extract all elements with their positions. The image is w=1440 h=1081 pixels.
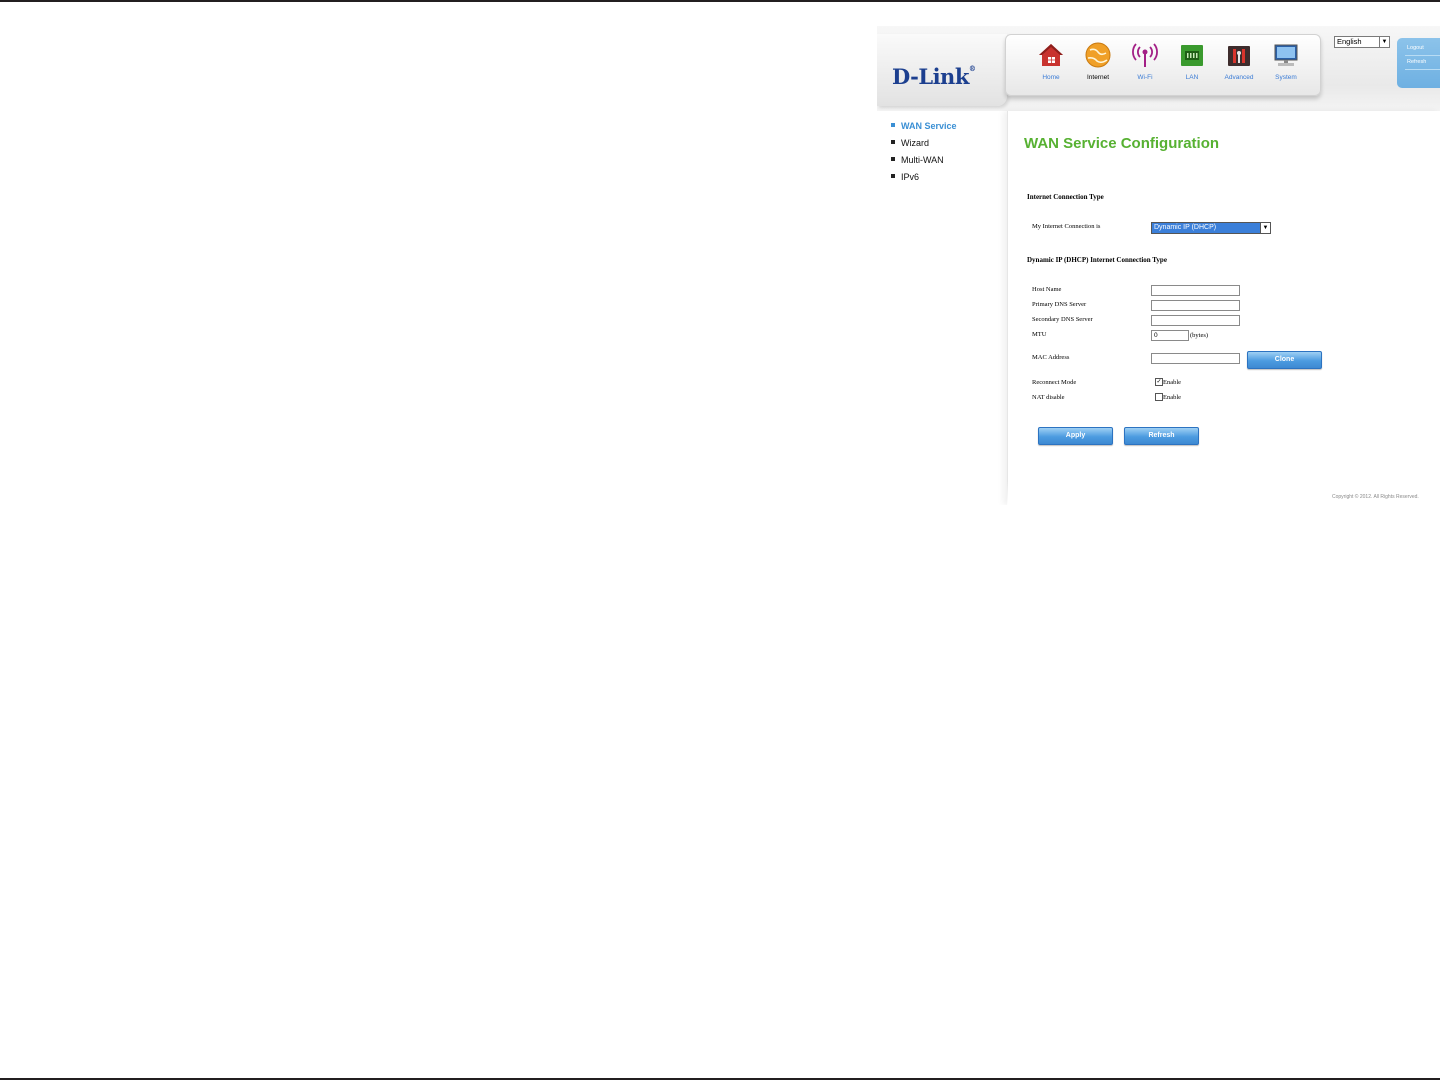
reconnect-mode-label: Reconnect Mode <box>1032 379 1077 386</box>
refresh-link[interactable]: Refresh <box>1407 59 1426 65</box>
main-nav: Home Internet Wi-Fi LAN Advanced System <box>1005 34 1321 96</box>
secondary-dns-input[interactable] <box>1151 315 1240 326</box>
sidebar-item-ipv6[interactable]: IPv6 <box>891 172 919 182</box>
mtu-label: MTU <box>1032 331 1047 338</box>
apply-button[interactable]: Apply <box>1038 427 1113 445</box>
content-fade <box>1007 481 1440 505</box>
connection-type-select[interactable]: Dynamic IP (DHCP) ▼ <box>1151 222 1271 234</box>
copyright-text: Copyright © 2012. All Rights Reserved. <box>1332 494 1419 500</box>
language-select[interactable]: English ▼ <box>1334 36 1390 48</box>
chevron-down-icon: ▼ <box>1379 37 1389 47</box>
user-panel-divider <box>1405 55 1440 56</box>
mac-address-label: MAC Address <box>1032 354 1070 361</box>
page-bottom-rule <box>0 1078 1440 1080</box>
connection-type-label: My Internet Connection is <box>1032 223 1101 230</box>
wifi-icon <box>1132 43 1158 67</box>
nat-disable-label: NAT disable <box>1032 394 1065 401</box>
lan-icon <box>1181 45 1203 66</box>
nat-disable-checkbox[interactable] <box>1155 393 1163 401</box>
home-icon <box>1039 44 1063 66</box>
nav-internet[interactable]: Internet <box>1075 41 1121 87</box>
globe-icon <box>1085 42 1111 68</box>
secondary-dns-label: Secondary DNS Server <box>1032 316 1093 323</box>
nav-home[interactable]: Home <box>1028 41 1074 87</box>
language-select-value: English <box>1337 37 1362 46</box>
refresh-button[interactable]: Refresh <box>1124 427 1199 445</box>
nav-system-label: System <box>1275 74 1297 81</box>
user-panel: Logout Refresh <box>1397 38 1440 88</box>
reconnect-enable-label: Enable <box>1163 379 1182 386</box>
checkmark-icon: ✓ <box>1156 379 1162 385</box>
sidebar-item-wizard[interactable]: Wizard <box>891 138 929 148</box>
nav-internet-label: Internet <box>1086 74 1110 81</box>
logo-panel: D-Link® <box>877 34 1007 106</box>
primary-dns-input[interactable] <box>1151 300 1240 311</box>
nav-wifi[interactable]: Wi-Fi <box>1122 41 1168 87</box>
bullet-icon <box>891 157 895 161</box>
clone-button[interactable]: Clone <box>1247 351 1322 369</box>
nav-wifi-label: Wi-Fi <box>1137 74 1153 81</box>
router-admin-screenshot: D-Link® Home Internet Wi-Fi LAN Advanced… <box>877 26 1440 505</box>
content-panel: WAN Service Configuration Internet Conne… <box>1007 111 1440 505</box>
nav-home-label: Home <box>1042 74 1060 81</box>
user-panel-divider <box>1405 69 1440 70</box>
chevron-down-icon: ▼ <box>1260 223 1270 233</box>
primary-dns-label: Primary DNS Server <box>1032 301 1087 308</box>
nav-lan-label: LAN <box>1185 74 1199 81</box>
mtu-input[interactable]: 0 <box>1151 330 1189 341</box>
page-top-rule <box>0 0 1440 2</box>
bullet-icon <box>891 140 895 144</box>
page-title: WAN Service Configuration <box>1024 135 1220 152</box>
mtu-unit: (bytes) <box>1190 332 1209 339</box>
nav-advanced[interactable]: Advanced <box>1216 41 1262 87</box>
bullet-icon <box>891 174 895 178</box>
bullet-icon <box>891 123 895 127</box>
host-name-input[interactable] <box>1151 285 1240 296</box>
dlink-logo: D-Link® <box>892 64 976 89</box>
logout-link[interactable]: Logout <box>1407 45 1424 51</box>
sidebar-item-multi-wan[interactable]: Multi-WAN <box>891 155 944 165</box>
nat-enable-label: Enable <box>1163 394 1182 401</box>
tools-icon <box>1228 46 1250 66</box>
section-title-dhcp: Dynamic IP (DHCP) Internet Connection Ty… <box>1027 256 1167 264</box>
reconnect-mode-checkbox[interactable]: ✓ <box>1155 378 1163 386</box>
mac-address-input[interactable] <box>1151 353 1240 364</box>
nav-lan[interactable]: LAN <box>1169 41 1215 87</box>
nav-advanced-label: Advanced <box>1224 74 1254 81</box>
connection-type-value: Dynamic IP (DHCP) <box>1154 224 1217 231</box>
nav-system[interactable]: System <box>1263 41 1309 87</box>
monitor-icon <box>1274 44 1298 66</box>
section-title-connection-type: Internet Connection Type <box>1027 193 1104 201</box>
sidebar-item-wan-service[interactable]: WAN Service <box>891 121 957 131</box>
host-name-label: Host Name <box>1032 286 1062 293</box>
